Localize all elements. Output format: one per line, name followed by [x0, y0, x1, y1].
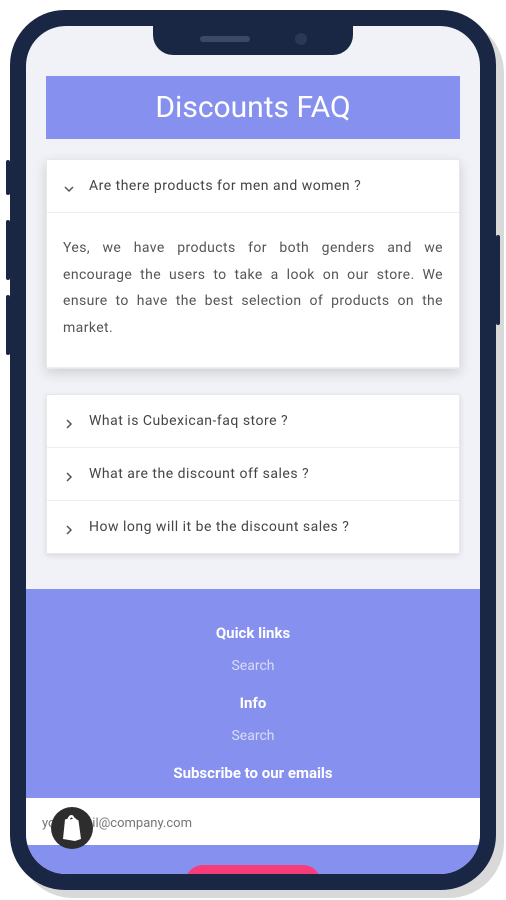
info-heading: Info: [46, 694, 460, 712]
faq-question-text: Are there products for men and women ?: [89, 178, 361, 194]
chevron-right-icon: [63, 521, 75, 533]
camera: [295, 33, 307, 45]
faq-question-text: What is Cubexican-faq store ?: [89, 413, 288, 429]
subscribe-button[interactable]: Subscribe: [185, 865, 321, 874]
subscribe-heading: Subscribe to our emails: [46, 764, 460, 782]
faq-question-text: How long will it be the discount sales ?: [89, 519, 349, 535]
faq-collapsed-list: What is Cubexican-faq store ? What are t…: [46, 394, 460, 554]
power-button: [496, 235, 500, 325]
faq-question-text: What are the discount off sales ?: [89, 466, 309, 482]
quicklinks-heading: Quick links: [46, 624, 460, 642]
faq-question-toggle[interactable]: Are there products for men and women ?: [47, 160, 459, 213]
chevron-down-icon: [63, 180, 75, 192]
quicklinks-item[interactable]: Search: [46, 658, 460, 674]
speaker: [200, 36, 250, 42]
side-button: [6, 160, 10, 195]
faq-question-toggle[interactable]: How long will it be the discount sales ?: [47, 501, 459, 553]
screen: Discounts FAQ Are there products for men…: [26, 26, 480, 874]
email-input-container: [26, 798, 480, 845]
faq-question-toggle[interactable]: What are the discount off sales ?: [47, 448, 459, 501]
volume-up-button: [6, 220, 10, 280]
chevron-right-icon: [63, 468, 75, 480]
footer: Quick links Search Info Search Subscribe…: [26, 589, 480, 874]
volume-down-button: [6, 295, 10, 355]
faq-answer: Yes, we have products for both genders a…: [47, 213, 459, 368]
page-title: Discounts FAQ: [60, 90, 446, 125]
chevron-right-icon: [63, 415, 75, 427]
notch: [153, 23, 353, 55]
info-item[interactable]: Search: [46, 728, 460, 744]
phone-frame: Discounts FAQ Are there products for men…: [10, 10, 496, 890]
email-field[interactable]: [42, 816, 464, 831]
faq-expanded-item: Are there products for men and women ? Y…: [46, 159, 460, 369]
shopify-icon: [60, 815, 84, 841]
page-header: Discounts FAQ: [46, 76, 460, 139]
shopify-badge[interactable]: [51, 807, 93, 849]
faq-question-toggle[interactable]: What is Cubexican-faq store ?: [47, 395, 459, 448]
